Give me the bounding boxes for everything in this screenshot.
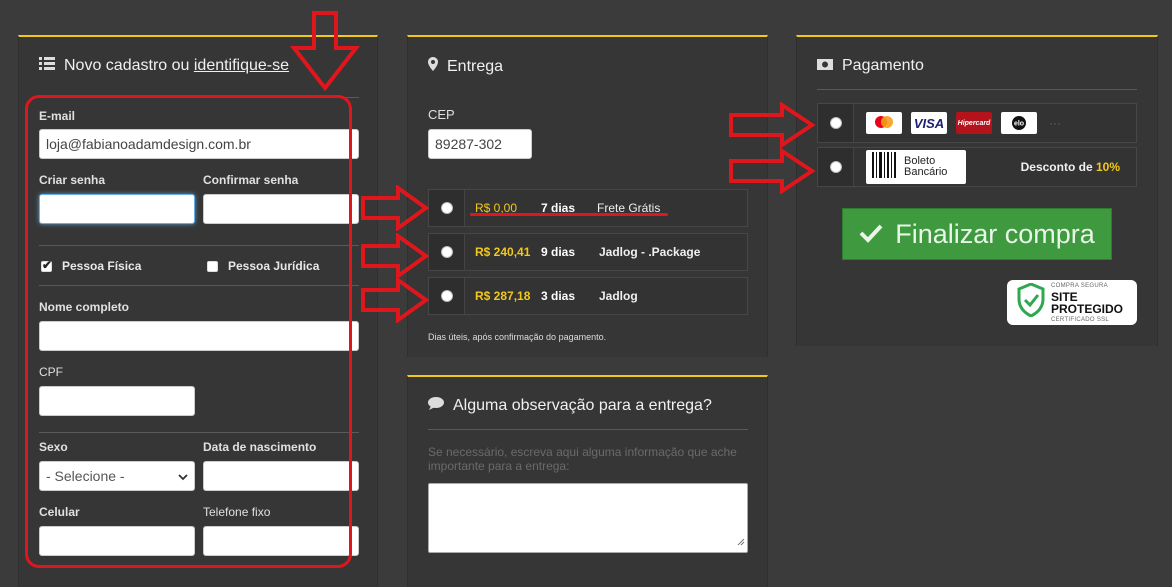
ssl-badge: COMPRA SEGURA SITE PROTEGIDO CERTIFICADO… <box>1007 280 1137 325</box>
visa-icon: VISA <box>911 112 947 134</box>
ssl-main-text: SITE PROTEGIDO <box>1051 289 1124 316</box>
map-marker-icon <box>428 57 438 76</box>
identifique-se-link[interactable]: identifique-se <box>194 57 289 74</box>
boleto-badge: Boleto Bancário <box>866 150 966 184</box>
radio-cell <box>429 234 465 270</box>
check-icon <box>859 219 883 250</box>
observacao-textarea[interactable] <box>428 483 748 553</box>
elo-icon: elo <box>1001 112 1037 134</box>
red-right-arrow-icon <box>729 102 816 148</box>
ssl-bottom-text: CERTIFICADO SSL <box>1051 316 1110 323</box>
pagamento-panel: Pagamento VISA Hipercard elo ··· Boleto … <box>796 35 1158 346</box>
observacao-title-text: Alguma observação para a entrega? <box>453 397 712 414</box>
ssl-top-text: COMPRA SEGURA <box>1051 282 1108 289</box>
shipping-carrier: Jadlog <box>599 289 638 303</box>
shield-icon <box>1017 282 1045 322</box>
divider <box>817 89 1137 90</box>
shipping-option[interactable]: R$ 0,00 7 dias Frete Grátis <box>428 189 748 227</box>
observacao-panel: Alguma observação para a entrega? Se nec… <box>407 375 768 587</box>
red-right-arrow-icon <box>361 185 430 231</box>
desconto-prefix: Desconto de <box>1020 160 1096 174</box>
shipping-price: R$ 240,41 <box>475 245 531 259</box>
pagamento-title: Pagamento <box>817 57 924 75</box>
cep-label: CEP <box>428 107 455 122</box>
entrega-panel: Entrega CEP 89287-302 R$ 0,00 7 dias Fre… <box>407 35 768 357</box>
cep-field[interactable]: 89287-302 <box>428 129 532 159</box>
shipping-option[interactable]: R$ 287,18 3 dias Jadlog <box>428 277 748 315</box>
red-right-arrow-icon <box>361 277 430 323</box>
mastercard-icon <box>866 112 902 134</box>
shipping-days: 3 dias <box>541 289 576 303</box>
radio-button[interactable] <box>440 202 453 214</box>
finalizar-label: Finalizar compra <box>895 218 1095 249</box>
radio-cell <box>429 278 465 314</box>
boleto-payment-option[interactable]: Boleto Bancário Desconto de 10% <box>817 147 1137 187</box>
radio-button[interactable] <box>440 246 453 258</box>
red-underline <box>470 213 668 216</box>
money-icon <box>817 57 833 75</box>
shipping-carrier: Jadlog - .Package <box>599 245 701 259</box>
observacao-hint: Se necessário, escreva aqui alguma infor… <box>428 445 737 473</box>
pagamento-title-text: Pagamento <box>842 57 924 74</box>
resize-handle-icon[interactable] <box>737 533 745 551</box>
radio-button[interactable] <box>829 161 842 173</box>
finalizar-compra-button[interactable]: Finalizar compra <box>842 208 1112 260</box>
radio-button[interactable] <box>829 117 842 129</box>
cadastro-title: Novo cadastro ou identifique-se <box>39 57 289 75</box>
radio-cell <box>818 104 854 142</box>
comment-icon <box>428 397 444 415</box>
shipping-price: R$ 287,18 <box>475 289 531 303</box>
hipercard-icon: Hipercard <box>956 112 992 134</box>
list-icon <box>39 57 55 75</box>
shipping-days: 9 dias <box>541 245 576 259</box>
desconto-text: Desconto de 10% <box>1021 160 1120 174</box>
red-right-arrow-icon <box>361 233 430 279</box>
boleto-label-line2: Bancário <box>904 166 948 178</box>
shipping-note: Dias úteis, após confirmação do pagament… <box>428 332 607 342</box>
svg-text:elo: elo <box>1014 121 1024 128</box>
entrega-title: Entrega <box>428 57 503 76</box>
divider <box>428 429 748 430</box>
radio-button[interactable] <box>440 290 453 302</box>
observacao-title: Alguma observação para a entrega? <box>428 397 712 415</box>
more-icon: ··· <box>1049 116 1061 130</box>
cadastro-title-text: Novo cadastro ou <box>64 57 194 74</box>
radio-cell <box>818 148 854 186</box>
radio-cell <box>429 190 465 226</box>
card-payment-option[interactable]: VISA Hipercard elo ··· <box>817 103 1137 143</box>
barcode-icon <box>872 151 896 183</box>
red-right-arrow-icon <box>729 148 816 194</box>
entrega-title-text: Entrega <box>447 57 504 75</box>
highlight-box <box>25 95 352 568</box>
cep-value: 89287-302 <box>435 136 502 152</box>
shipping-option[interactable]: R$ 240,41 9 dias Jadlog - .Package <box>428 233 748 271</box>
red-down-arrow-icon <box>290 11 360 92</box>
desconto-value: 10% <box>1095 160 1120 174</box>
